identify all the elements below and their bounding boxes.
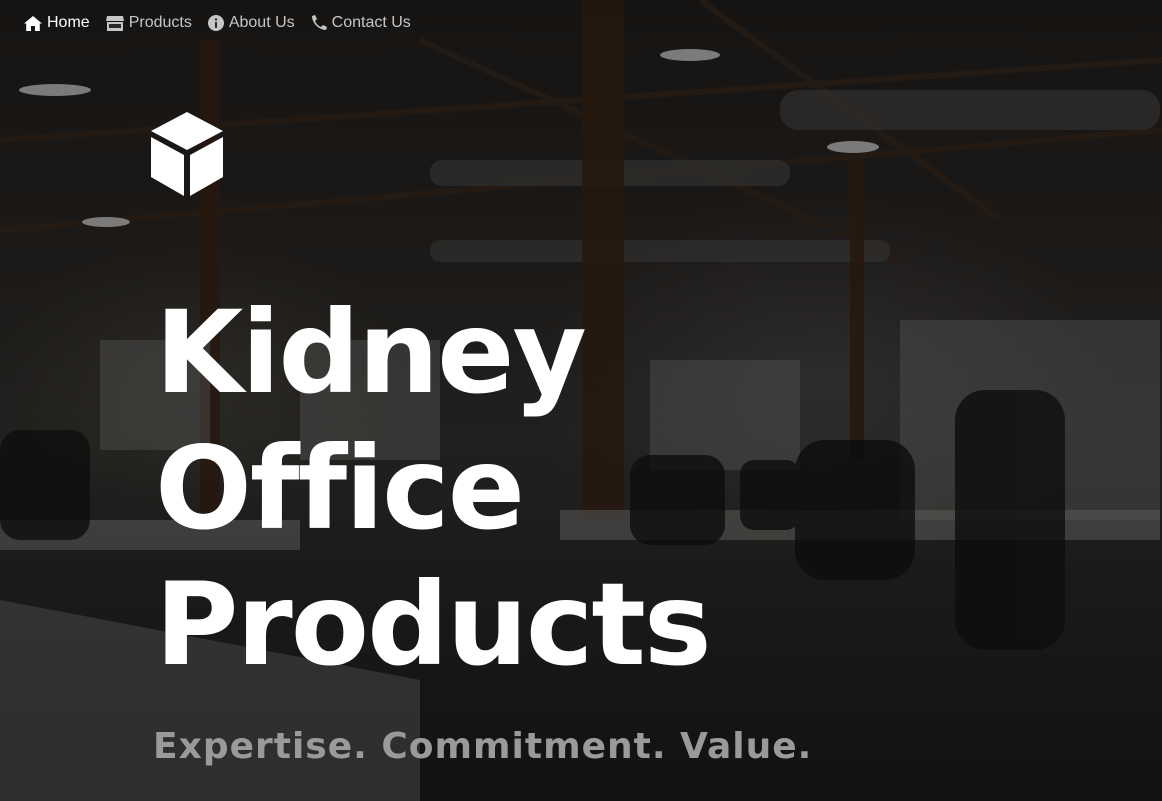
nav-item-label: Products (128, 14, 192, 31)
cube-icon (151, 112, 223, 201)
hero-title-line: Kidney (155, 286, 587, 419)
hero-title-line: Office (155, 422, 525, 555)
hero-tagline: Expertise. Commitment. Value. (153, 726, 813, 767)
home-icon (24, 15, 42, 31)
info-circle-icon (207, 15, 224, 31)
hero-title-line: Products (155, 558, 712, 691)
nav-item-contact-us[interactable]: Contact Us (311, 14, 411, 32)
nav-item-home[interactable]: Home (24, 14, 90, 32)
hero-title: Kidney Office Products (155, 285, 955, 693)
nav-item-about-us[interactable]: About Us (207, 14, 295, 32)
store-icon (105, 15, 124, 31)
top-navigation: Home Products About Us Contact Us (24, 14, 411, 32)
nav-item-label: Contact Us (331, 14, 411, 31)
nav-item-products[interactable]: Products (105, 14, 192, 32)
phone-icon (311, 15, 327, 31)
nav-item-label: Home (47, 14, 90, 31)
hero-section: Home Products About Us Contact Us Kidney… (0, 0, 1162, 801)
nav-item-label: About Us (228, 14, 295, 31)
